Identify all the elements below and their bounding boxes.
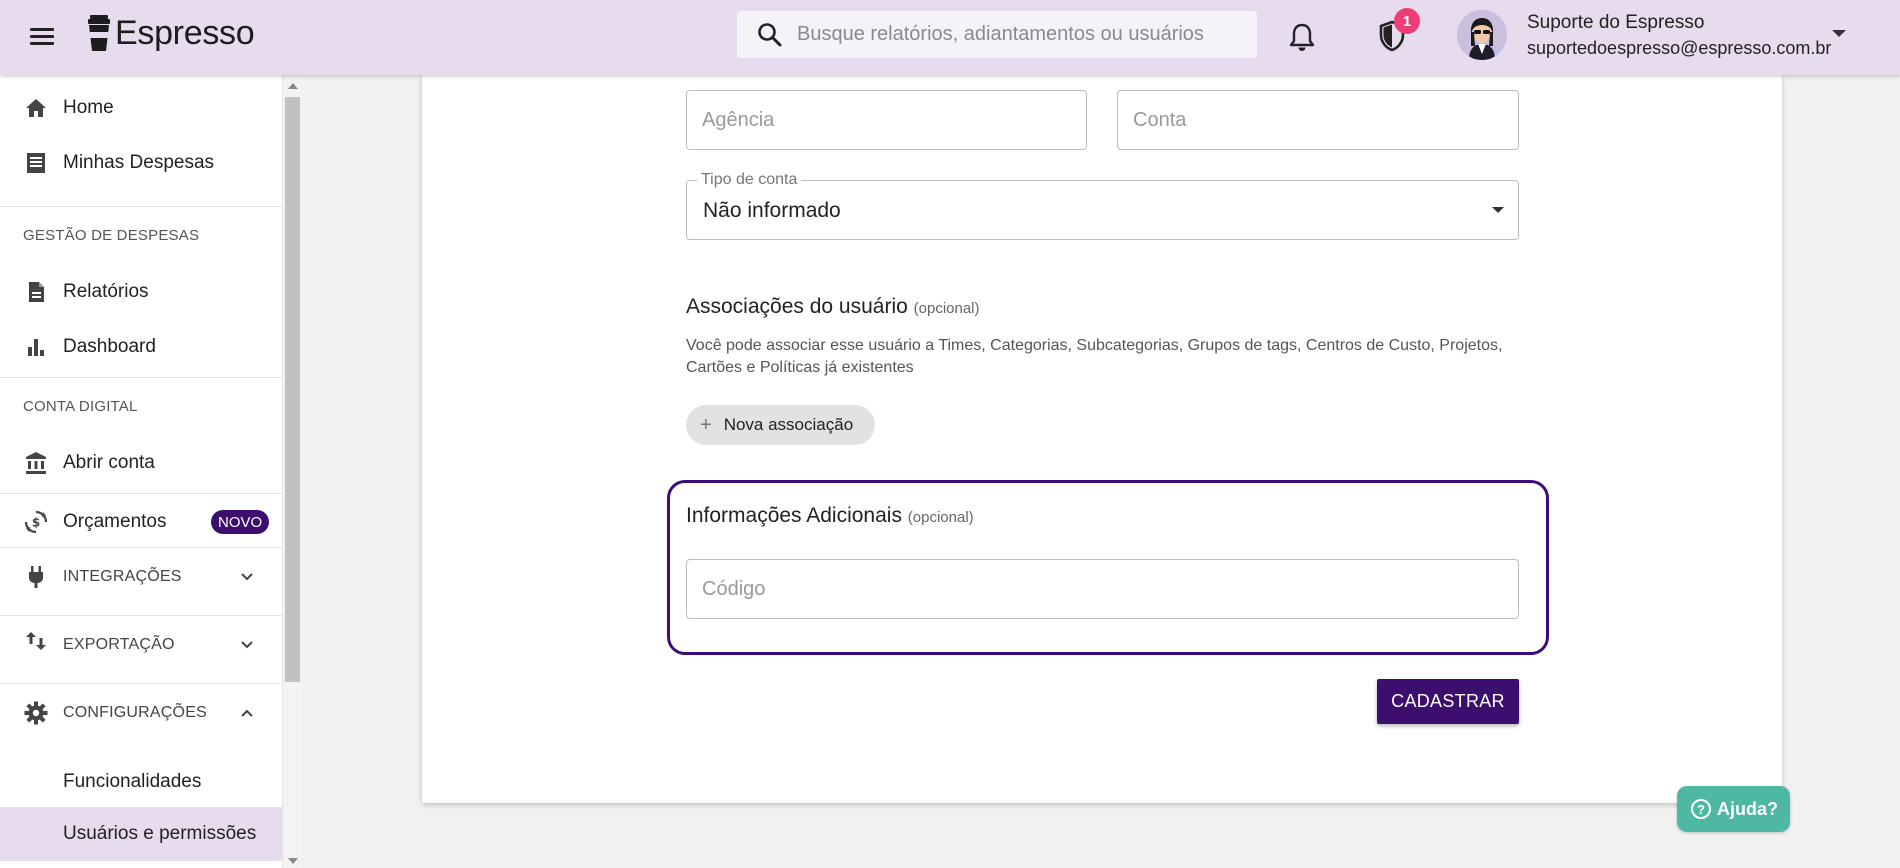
sidebar-item-label: EXPORTAÇÃO bbox=[63, 636, 175, 653]
receipt-list-icon bbox=[27, 153, 45, 173]
sidebar-item-relatorios[interactable]: Relatórios bbox=[0, 272, 282, 312]
bar-chart-icon bbox=[28, 339, 44, 356]
sidebar: Home Minhas Despesas GESTÃO DE DESPESAS … bbox=[0, 75, 282, 868]
sidebar-item-orcamentos[interactable]: $ Orçamentos NOVO bbox=[0, 497, 282, 547]
help-label: Ajuda? bbox=[1717, 798, 1778, 819]
scroll-up-arrow-icon[interactable] bbox=[288, 83, 298, 89]
user-avatar-icon bbox=[1457, 10, 1507, 60]
divider bbox=[0, 206, 282, 207]
top-bar: Espresso 1 Suporte do Espresso suportedo… bbox=[0, 0, 1900, 75]
sidebar-item-label: Home bbox=[63, 97, 114, 118]
document-icon bbox=[29, 282, 44, 302]
plus-icon: + bbox=[700, 413, 712, 436]
sidebar-scrollbar[interactable] bbox=[282, 75, 301, 868]
sidebar-item-configuracoes[interactable]: CONFIGURAÇÕES bbox=[0, 687, 282, 739]
hamburger-menu-icon[interactable] bbox=[28, 24, 56, 48]
sidebar-item-label: Relatórios bbox=[63, 281, 149, 302]
tipo-conta-value: Não informado bbox=[703, 199, 841, 222]
sidebar-item-exportacao[interactable]: EXPORTAÇÃO bbox=[0, 619, 282, 671]
agencia-input[interactable] bbox=[687, 91, 1086, 149]
app-name: Espresso bbox=[115, 13, 255, 52]
divider bbox=[0, 493, 282, 494]
plug-icon bbox=[29, 566, 43, 588]
section-header: CONTA DIGITAL bbox=[23, 398, 138, 415]
sidebar-item-usuarios-permissoes[interactable]: Usuários e permissões bbox=[0, 807, 282, 861]
chevron-down-icon bbox=[241, 641, 253, 649]
nova-associacao-button[interactable]: + Nova associação bbox=[686, 405, 876, 445]
coffee-cup-icon bbox=[88, 15, 110, 51]
sidebar-item-label: Funcionalidades bbox=[63, 771, 202, 792]
bell-icon[interactable] bbox=[1288, 22, 1316, 52]
sidebar-item-label: Dashboard bbox=[63, 336, 156, 357]
svg-text:$: $ bbox=[32, 516, 40, 530]
notification-badge: 1 bbox=[1394, 8, 1420, 34]
question-mark-icon: ? bbox=[1691, 799, 1711, 819]
home-icon bbox=[26, 99, 46, 117]
chevron-up-icon bbox=[241, 709, 253, 717]
search-input[interactable] bbox=[797, 11, 1247, 58]
search-bar bbox=[737, 11, 1257, 58]
new-badge: NOVO bbox=[211, 510, 270, 534]
conta-field[interactable] bbox=[1117, 90, 1519, 150]
agencia-field[interactable] bbox=[686, 90, 1087, 150]
scroll-thumb[interactable] bbox=[285, 97, 300, 682]
informacoes-adicionais-title: Informações Adicionais (opcional) bbox=[686, 504, 974, 528]
sidebar-item-label: CONFIGURAÇÕES bbox=[63, 704, 207, 721]
caret-down-icon bbox=[1492, 207, 1504, 213]
sidebar-item-integracoes[interactable]: INTEGRAÇÕES bbox=[0, 551, 282, 603]
sidebar-item-label: Orçamentos bbox=[63, 511, 167, 532]
sidebar-item-label: Abrir conta bbox=[63, 452, 155, 473]
divider bbox=[0, 615, 282, 616]
search-icon bbox=[758, 23, 782, 47]
sidebar-item-label: Usuários e permissões bbox=[63, 823, 257, 844]
sidebar-item-dashboard[interactable]: Dashboard bbox=[0, 327, 282, 367]
user-name: Suporte do Espresso bbox=[1527, 12, 1705, 33]
user-email: suportedoespresso@espresso.com.br bbox=[1527, 38, 1832, 58]
divider bbox=[0, 377, 282, 378]
budget-cycle-icon: $ bbox=[24, 510, 48, 534]
informacoes-adicionais-title-text: Informações Adicionais bbox=[686, 504, 902, 527]
divider bbox=[0, 683, 282, 684]
optional-label: (opcional) bbox=[913, 300, 980, 317]
chevron-down-icon[interactable] bbox=[1832, 30, 1846, 37]
sidebar-item-label: INTEGRAÇÕES bbox=[63, 568, 182, 585]
app-logo[interactable]: Espresso bbox=[88, 13, 255, 53]
codigo-field[interactable] bbox=[686, 559, 1519, 619]
section-header: GESTÃO DE DESPESAS bbox=[23, 227, 200, 244]
conta-input[interactable] bbox=[1118, 91, 1518, 149]
sidebar-item-abrir-conta[interactable]: Abrir conta bbox=[0, 443, 282, 483]
tipo-conta-label: Tipo de conta bbox=[697, 171, 802, 189]
bank-icon bbox=[26, 452, 46, 474]
associacoes-title: Associações do usuário (opcional) bbox=[686, 295, 980, 319]
sidebar-item-label: Minhas Despesas bbox=[63, 152, 215, 173]
tipo-conta-select[interactable]: Tipo de conta Não informado bbox=[686, 171, 1519, 240]
optional-label: (opcional) bbox=[907, 509, 974, 526]
associacoes-title-text: Associações do usuário bbox=[686, 295, 908, 318]
nova-associacao-label: Nova associação bbox=[723, 415, 854, 434]
sidebar-item-home[interactable]: Home bbox=[0, 88, 282, 128]
divider bbox=[0, 547, 282, 548]
scroll-down-arrow-icon[interactable] bbox=[288, 858, 298, 864]
chevron-down-icon bbox=[241, 573, 253, 581]
help-button[interactable]: ? Ajuda? bbox=[1677, 786, 1790, 832]
avatar[interactable] bbox=[1457, 10, 1507, 60]
cadastrar-button[interactable]: CADASTRAR bbox=[1377, 679, 1519, 724]
sidebar-item-funcionalidades[interactable]: Funcionalidades bbox=[0, 757, 282, 807]
codigo-input[interactable] bbox=[687, 560, 1518, 618]
associacoes-description: Você pode associar esse usuário a Times,… bbox=[686, 337, 1503, 376]
swap-vertical-icon bbox=[26, 632, 46, 650]
gear-icon bbox=[24, 701, 48, 725]
sidebar-item-minhas-despesas[interactable]: Minhas Despesas bbox=[0, 143, 282, 183]
